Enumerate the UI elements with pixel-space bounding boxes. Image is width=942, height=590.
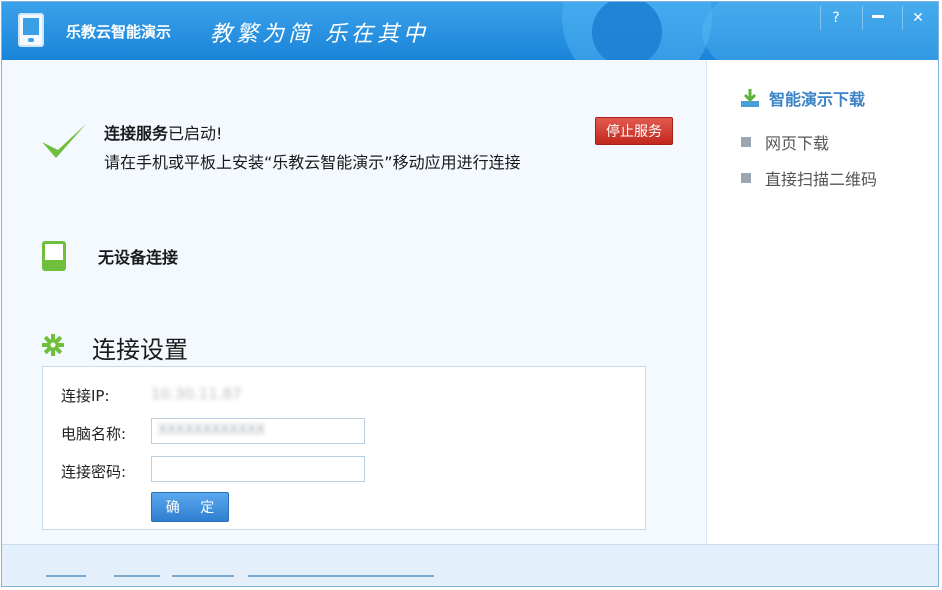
service-status: 连接服务已启动! xyxy=(104,120,222,144)
confirm-button[interactable]: 确 定 xyxy=(151,492,229,522)
settings-title: 连接设置 xyxy=(92,336,188,364)
sidebar-item-label: 网页下载 xyxy=(765,134,830,153)
bullet-icon xyxy=(741,137,751,147)
device-status: 无设备连接 xyxy=(98,248,179,267)
status-bar xyxy=(2,544,938,586)
password-label: 连接密码: xyxy=(61,463,127,481)
computer-name-value: XXXXXXXXXXXX xyxy=(158,423,265,438)
app-slogan: 教繁为简 乐在其中 xyxy=(210,22,429,47)
sidebar-heading-label: 智能演示下载 xyxy=(769,90,866,109)
password-input[interactable] xyxy=(151,456,365,482)
service-label: 连接服务 xyxy=(104,124,169,143)
main-panel: 连接服务已启动! 请在手机或平板上安装“乐教云智能演示”移动应用进行连接 停止服… xyxy=(2,60,706,544)
sidebar-item-web-download[interactable]: 网页下载 xyxy=(741,130,829,154)
minimize-icon xyxy=(872,14,884,18)
gear-icon xyxy=(42,334,64,356)
computer-name-label: 电脑名称: xyxy=(61,425,127,443)
app-window: 乐教云智能演示 教繁为简 乐在其中 ? ✕ 连接服务已启动! 请在手机或平板上安… xyxy=(1,1,939,587)
close-button[interactable]: ✕ xyxy=(902,6,933,30)
minimize-button[interactable] xyxy=(862,6,893,30)
bullet-icon xyxy=(741,173,751,183)
device-icon xyxy=(42,241,66,271)
service-state: 已启动! xyxy=(168,124,223,143)
title-decoration xyxy=(592,2,662,60)
app-title: 乐教云智能演示 xyxy=(66,23,172,41)
download-sidebar: 智能演示下载 网页下载 直接扫描二维码 xyxy=(706,60,938,544)
ip-label: 连接IP: xyxy=(61,387,110,405)
sidebar-item-scan-qrcode[interactable]: 直接扫描二维码 xyxy=(741,166,877,190)
check-icon xyxy=(42,124,86,158)
computer-name-input[interactable]: XXXXXXXXXXXX xyxy=(151,418,365,444)
footer-divider xyxy=(46,575,86,577)
sidebar-item-label: 直接扫描二维码 xyxy=(765,170,878,189)
app-logo-icon xyxy=(18,13,44,47)
title-bar[interactable]: 乐教云智能演示 教繁为简 乐在其中 ? ✕ xyxy=(2,2,938,60)
footer-divider xyxy=(248,575,434,577)
install-instruction: 请在手机或平板上安装“乐教云智能演示”移动应用进行连接 xyxy=(104,153,521,172)
ip-value: 10.30.11.87 xyxy=(151,385,242,403)
footer-divider xyxy=(172,575,234,577)
download-icon xyxy=(741,89,759,107)
settings-form: 连接IP: 10.30.11.87 电脑名称: XXXXXXXXXXXX 连接密… xyxy=(42,366,646,530)
help-button[interactable]: ? xyxy=(820,6,851,30)
sidebar-heading[interactable]: 智能演示下载 xyxy=(739,86,865,110)
footer-divider xyxy=(114,575,160,577)
stop-service-button[interactable]: 停止服务 xyxy=(595,117,673,145)
